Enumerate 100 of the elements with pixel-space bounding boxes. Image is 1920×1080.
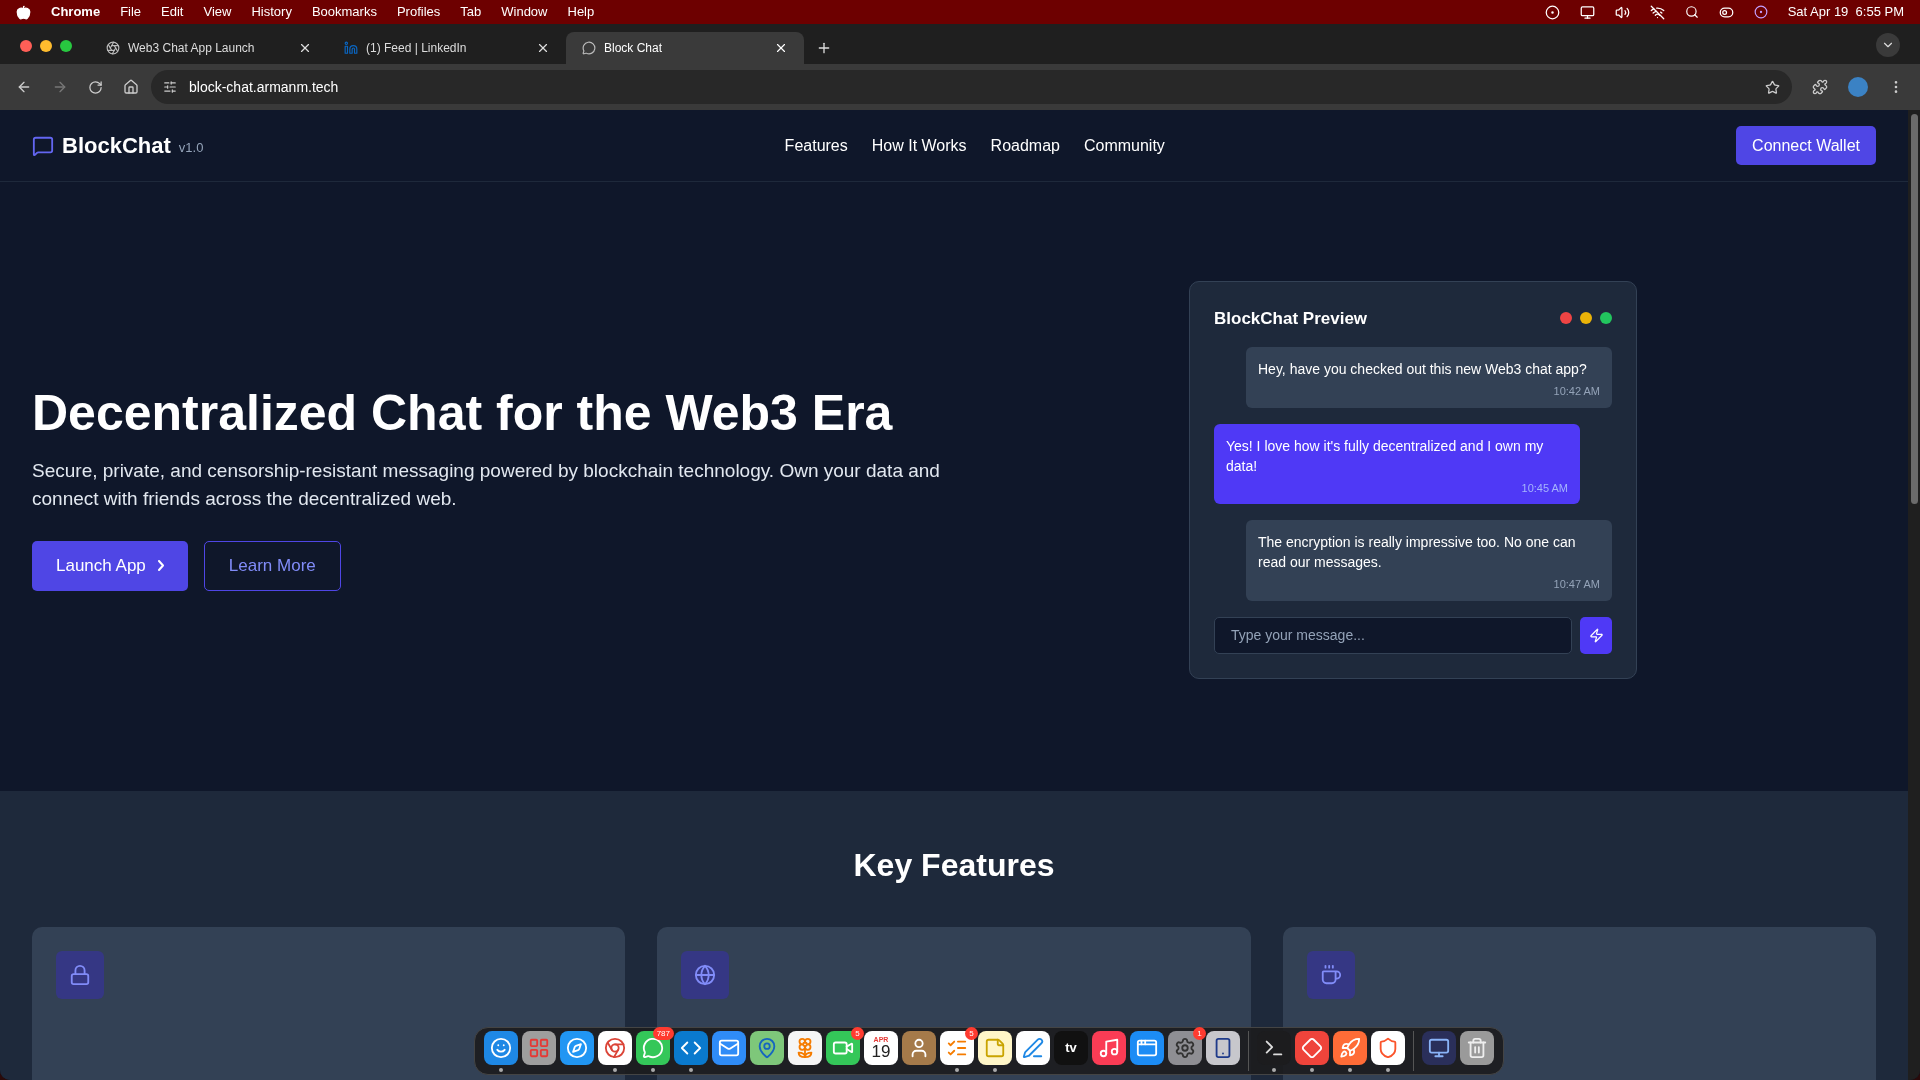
globe-icon [694, 964, 717, 986]
chat-logo-icon[interactable] [32, 134, 54, 157]
dock-app[interactable] [978, 1030, 1012, 1065]
dock-app[interactable] [826, 1030, 860, 1065]
search-icon[interactable] [1684, 5, 1699, 19]
dock-app[interactable] [1206, 1030, 1240, 1065]
dock-app[interactable] [712, 1030, 746, 1065]
linkedin-icon [344, 41, 358, 55]
version-label: v1.0 [178, 138, 204, 157]
dock-app[interactable] [940, 1030, 974, 1065]
back-icon[interactable] [16, 79, 32, 95]
dock-app[interactable] [1422, 1030, 1456, 1065]
url-text: block-chat.armanm.tech [189, 77, 340, 97]
brand-name[interactable]: BlockChat [62, 129, 171, 162]
menu-item[interactable]: File [120, 2, 142, 22]
dock-app[interactable] [1130, 1030, 1164, 1065]
menu-item[interactable]: Window [501, 2, 548, 22]
control-center-icon[interactable] [1718, 4, 1734, 20]
display-icon[interactable] [1579, 4, 1595, 20]
send-button[interactable] [1580, 616, 1612, 654]
connect-wallet-button[interactable]: Connect Wallet [1736, 126, 1876, 165]
menu-item[interactable]: Edit [161, 2, 184, 22]
close-tab-icon[interactable] [536, 41, 550, 55]
dock-app[interactable] [788, 1030, 822, 1065]
nav-link[interactable]: Roadmap [990, 133, 1060, 158]
close-tab-icon[interactable] [298, 41, 312, 55]
dock-app[interactable] [560, 1030, 594, 1065]
bookmark-star-icon[interactable] [1765, 79, 1780, 95]
lightning-icon [1588, 627, 1604, 643]
browser-tab[interactable]: Block Chat [566, 32, 804, 64]
window-thumbnail-icon [1428, 1036, 1450, 1059]
status-circle-icon[interactable] [1544, 4, 1560, 20]
scrollbar[interactable] [1908, 110, 1920, 1080]
speech-bubble-icon [642, 1036, 664, 1059]
tab-title: (1) Feed | LinkedIn [366, 40, 468, 57]
browser-tab[interactable]: Web3 Chat App Launch [90, 32, 328, 64]
shield-icon [1377, 1036, 1399, 1059]
menu-app-name[interactable]: Chrome [51, 2, 101, 22]
volume-icon[interactable] [1614, 4, 1630, 20]
dock-app[interactable] [750, 1030, 784, 1065]
forward-icon[interactable] [52, 79, 68, 95]
close-window-button[interactable] [20, 40, 32, 52]
message-time: 10:45 AM [1521, 480, 1568, 496]
dock-app[interactable] [1092, 1030, 1126, 1065]
lock-icon [69, 964, 91, 986]
extensions-icon[interactable] [1812, 79, 1828, 95]
nav-link[interactable]: Features [784, 133, 848, 158]
map-pin-icon [756, 1036, 778, 1059]
home-icon[interactable] [123, 79, 139, 95]
dock-app[interactable] [902, 1030, 936, 1065]
profile-avatar[interactable] [1848, 77, 1868, 97]
launch-app-button[interactable]: Launch App [32, 540, 188, 591]
dock-app[interactable] [522, 1030, 556, 1065]
preview-title: BlockChat Preview [1214, 307, 1369, 330]
learn-more-button[interactable]: Learn More [203, 540, 341, 591]
new-tab-icon[interactable] [816, 40, 832, 56]
message-input[interactable]: Type your message... [1214, 616, 1572, 654]
menu-item[interactable]: Tab [460, 2, 482, 22]
dock-app[interactable] [598, 1030, 632, 1065]
message-time: 10:47 AM [1553, 577, 1600, 592]
tab-list-button[interactable] [1876, 33, 1900, 57]
dock-app[interactable]: tv [1054, 1030, 1088, 1065]
dock-app[interactable] [484, 1030, 518, 1065]
menu-item[interactable]: View [203, 2, 232, 22]
section-title: Key Features [852, 846, 1056, 885]
message-time: 10:42 AM [1553, 384, 1600, 399]
dock-app[interactable] [1333, 1030, 1367, 1065]
menu-clock[interactable]: Sat Apr 19 6:55 PM [1787, 2, 1904, 22]
nav-link[interactable]: How It Works [871, 133, 967, 158]
diamond-icon [1301, 1036, 1323, 1059]
wifi-off-icon[interactable] [1649, 4, 1665, 20]
dock-app[interactable] [674, 1030, 708, 1065]
reload-icon[interactable] [88, 79, 103, 95]
dock-app[interactable] [1016, 1030, 1050, 1065]
tab-title: Block Chat [604, 40, 664, 57]
message-text: Hey, have you checked out this new Web3 chat app? [1258, 360, 1588, 379]
zoom-window-button[interactable] [60, 40, 72, 52]
aperture-icon [106, 41, 120, 55]
dock-app[interactable] [1295, 1030, 1329, 1065]
dock-app[interactable] [636, 1030, 670, 1065]
minimize-window-button[interactable] [40, 40, 52, 52]
compass-icon [566, 1036, 588, 1059]
menu-item[interactable]: Profiles [396, 2, 441, 22]
rocket-icon [1339, 1036, 1361, 1059]
menu-item[interactable]: History [251, 2, 292, 22]
dock-app[interactable] [1460, 1030, 1494, 1065]
dock-app[interactable] [1371, 1030, 1405, 1065]
trash-icon [1466, 1036, 1488, 1059]
apple-logo-icon[interactable] [16, 4, 31, 20]
nav-link[interactable]: Community [1083, 133, 1165, 158]
chrome-icon [604, 1036, 626, 1059]
tab-title: Web3 Chat App Launch [128, 40, 256, 57]
message-text: The encryption is really impressive too. No one can read our messages. [1258, 533, 1577, 572]
menu-item[interactable]: Bookmarks [311, 2, 377, 22]
address-bar[interactable]: block-chat.armanm.tech [151, 70, 1792, 104]
note-icon [984, 1036, 1006, 1059]
menu-item[interactable]: Help [567, 2, 595, 22]
browser-tab[interactable]: (1) Feed | LinkedIn [328, 32, 566, 64]
hero-title: Decentralized Chat for the Web3 Era [32, 384, 894, 444]
close-tab-icon[interactable] [774, 41, 788, 55]
